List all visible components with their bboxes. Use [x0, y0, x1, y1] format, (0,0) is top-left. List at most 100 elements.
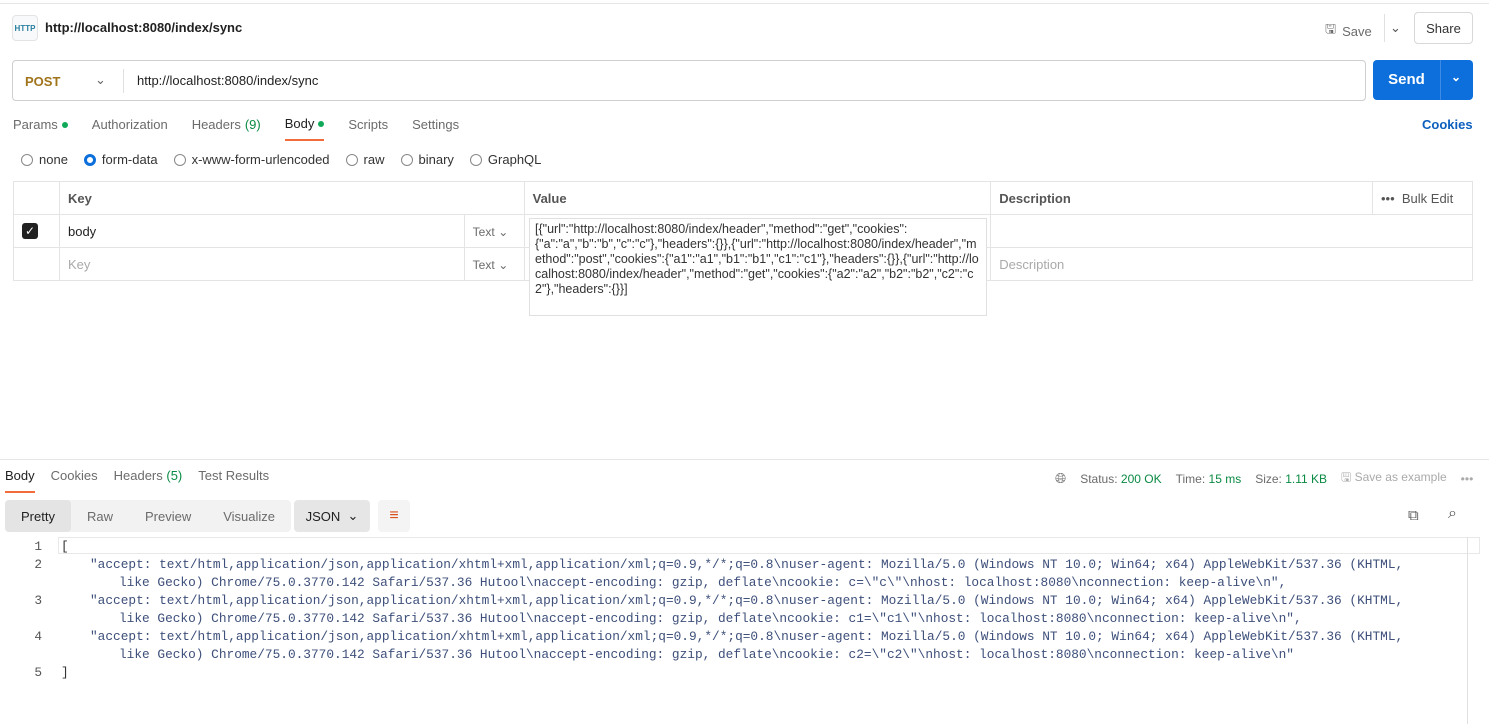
status[interactable]: Status: 200 OK	[1080, 472, 1161, 486]
divider	[1440, 60, 1441, 100]
response-tab-test-results[interactable]: Test Results	[198, 468, 269, 493]
radio-circle[interactable]	[83, 153, 96, 166]
radio-label: binary	[418, 152, 454, 167]
tab-label: Params	[13, 117, 58, 132]
response-tabs: Body Cookies Headers (5) Test Results	[5, 468, 285, 493]
line-number: 2	[34, 557, 42, 572]
view-visualize[interactable]: Visualize	[207, 500, 291, 532]
key-placeholder[interactable]: Key	[58, 247, 465, 281]
method-select[interactable]: POST	[25, 74, 60, 89]
radio-binary[interactable]: binary	[400, 152, 454, 167]
search-icon[interactable]: ⌕	[1448, 505, 1457, 523]
description-header: Description	[990, 181, 1373, 215]
tab-label: Headers	[191, 117, 241, 132]
radio-circle[interactable]	[345, 153, 358, 166]
tab-label: Settings	[412, 117, 460, 132]
radio-circle[interactable]	[469, 153, 482, 166]
scrollbar[interactable]	[1467, 537, 1468, 724]
chevron-down-icon[interactable]: ⌄	[95, 72, 106, 88]
save-as-example-button[interactable]: 🖫 Save as example	[1341, 468, 1447, 489]
request-title[interactable]: http://localhost:8080/index/sync	[45, 20, 242, 35]
tab-headers[interactable]: Headers (9)	[192, 116, 261, 141]
request-tabs: Params Authorization Headers (9) Body Scripts…	[13, 116, 483, 141]
tab-count: (5)	[166, 468, 183, 483]
save-label: Save	[1342, 23, 1372, 39]
response-divider[interactable]	[0, 459, 1489, 460]
radio-label: none	[39, 152, 68, 167]
chevron-down-icon: ⌄	[347, 508, 359, 523]
radio-none[interactable]: none	[21, 152, 68, 167]
time-value: 15 ms	[1208, 471, 1242, 486]
size[interactable]: Size: 1.11 KB	[1255, 472, 1327, 486]
tab-body[interactable]: Body	[284, 116, 325, 141]
share-button[interactable]: Share	[1414, 12, 1473, 44]
response-tab-cookies[interactable]: Cookies	[51, 468, 98, 493]
tab-label: Test Results	[198, 468, 270, 483]
more-options-icon[interactable]: •••	[1461, 472, 1474, 486]
radio-circle[interactable]	[400, 153, 413, 166]
tab-label: Cookies	[50, 468, 98, 483]
code-line: "accept: text/html,application/json,appl…	[90, 593, 1404, 626]
tab-params[interactable]: Params	[13, 116, 68, 141]
http-icon: HTTP	[12, 15, 38, 41]
radio-x-www-form-urlencoded[interactable]: x-www-form-urlencoded	[173, 152, 330, 167]
bulk-edit-button[interactable]: ••• Bulk Edit	[1371, 181, 1474, 215]
save-button[interactable]: 🖫 Save	[1325, 20, 1372, 42]
size-value: 1.11 KB	[1285, 471, 1328, 486]
send-button[interactable]: Send ⌄	[1373, 60, 1473, 100]
cookies-link[interactable]: Cookies	[1422, 117, 1473, 132]
line-number: 3	[34, 593, 42, 608]
radio-circle[interactable]	[173, 153, 186, 166]
radio-label: raw	[363, 152, 385, 167]
more-icon: •••	[1380, 190, 1395, 206]
url-input[interactable]: http://localhost:8080/index/sync	[137, 73, 318, 88]
view-preview[interactable]: Preview	[129, 500, 207, 532]
radio-label: GraphQL	[487, 152, 542, 167]
radio-circle[interactable]	[21, 153, 33, 166]
status-dot	[318, 120, 325, 127]
format-select[interactable]: JSON ⌄	[294, 500, 370, 532]
code-line: ]	[61, 665, 69, 680]
type-label: Text	[472, 224, 495, 239]
line-number: 1	[34, 539, 42, 554]
tab-label: Authorization	[91, 117, 168, 132]
url-bar: POST ⌄ http://localhost:8080/index/sync	[12, 60, 1366, 101]
radio-GraphQL[interactable]: GraphQL	[469, 152, 542, 167]
view-pretty[interactable]: Pretty	[5, 500, 71, 532]
description-input[interactable]	[990, 214, 1473, 248]
view-raw[interactable]: Raw	[71, 500, 129, 532]
send-label: Send	[1388, 71, 1425, 88]
checkbox-header	[13, 181, 60, 215]
save-options-chevron-down-icon[interactable]: ⌄	[1384, 14, 1406, 42]
radio-raw[interactable]: raw	[345, 152, 385, 167]
send-options-chevron-down-icon[interactable]: ⌄	[1451, 70, 1461, 84]
tab-label: Body	[5, 468, 35, 483]
key-input[interactable]: body	[58, 214, 465, 248]
tab-count: (9)	[244, 117, 261, 132]
type-label: Text	[472, 257, 495, 272]
tab-authorization[interactable]: Authorization	[92, 116, 168, 141]
copy-icon[interactable]: ⧉	[1408, 507, 1419, 524]
radio-form-data[interactable]: form-data	[83, 152, 158, 167]
tab-scripts[interactable]: Scripts	[348, 116, 388, 141]
time-label: Time:	[1175, 471, 1206, 486]
empty-checkbox-cell	[13, 247, 60, 281]
type-select[interactable]: Text ⌄	[464, 214, 525, 248]
response-tab-headers[interactable]: Headers (5)	[114, 468, 183, 493]
body-type-radios: none form-data x-www-form-urlencoded raw bin…	[21, 152, 541, 167]
tab-label: Body	[284, 116, 315, 131]
checkbox-checked[interactable]: ✓	[22, 223, 38, 239]
type-select[interactable]: Text ⌄	[464, 247, 525, 281]
value-editor[interactable]: [{"url":"http://localhost:8080/index/hea…	[529, 218, 987, 316]
globe-icon[interactable]: 🌐︎	[1055, 470, 1066, 487]
wrap-lines-icon[interactable]: ≡	[378, 500, 410, 532]
status-label: Status:	[1080, 471, 1118, 486]
tab-settings[interactable]: Settings	[412, 116, 459, 141]
response-tab-body[interactable]: Body	[5, 468, 35, 493]
time[interactable]: Time: 15 ms	[1176, 472, 1242, 486]
description-placeholder[interactable]: Description	[990, 247, 1473, 281]
status-value: 200 OK	[1120, 471, 1162, 486]
top-divider	[0, 3, 1489, 4]
key-header: Key	[58, 181, 525, 215]
save-icon: 🖫	[1325, 21, 1337, 36]
